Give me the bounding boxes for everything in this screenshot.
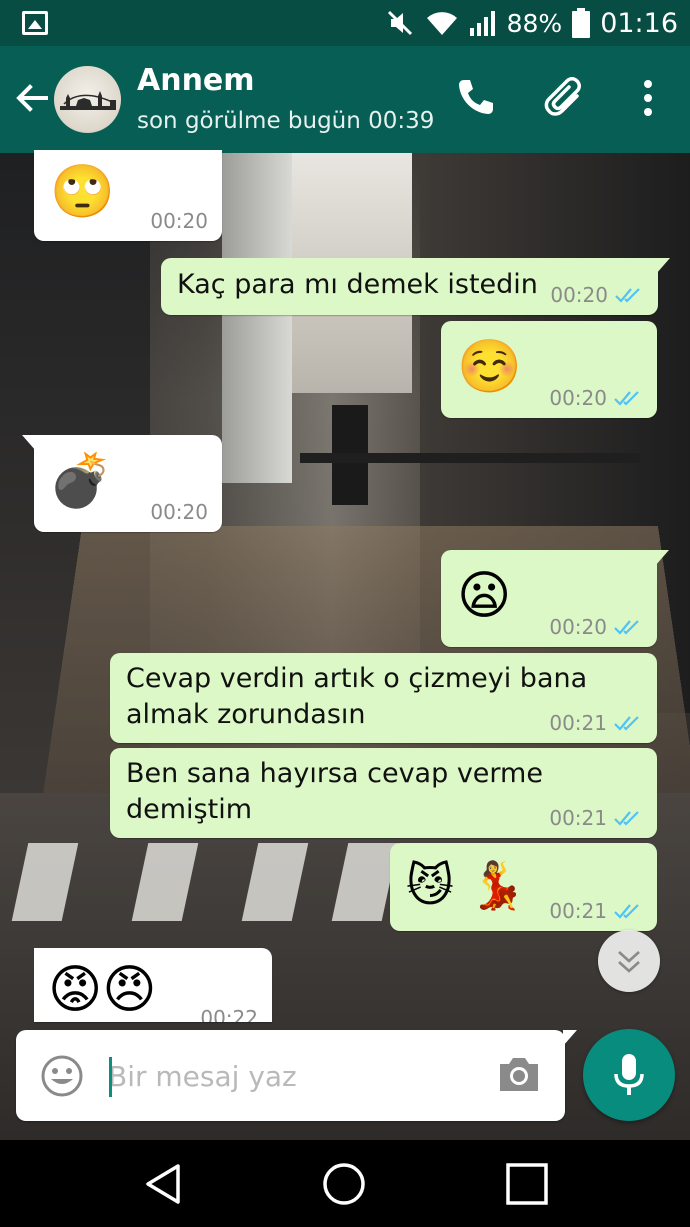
wifi-icon <box>426 12 457 35</box>
double-check-read-icon <box>614 391 639 406</box>
message-bubble-outgoing[interactable]: Cevap verdin artık o çizmeyi bana almak … <box>110 653 657 743</box>
signal-icon <box>469 11 495 36</box>
gallery-icon <box>22 11 48 35</box>
istanbul-logo-icon <box>60 91 116 110</box>
message-bubble-outgoing[interactable]: Ben sana hayırsa cevap verme demiştim 00… <box>110 748 657 838</box>
camera-icon[interactable] <box>496 1054 542 1094</box>
message-text: Kaç para mı demek istedin <box>177 269 538 300</box>
message-emoji: 💣 <box>48 451 113 511</box>
paperclip-icon[interactable] <box>543 74 589 120</box>
message-time: 00:20 <box>549 386 607 410</box>
more-vert-icon[interactable] <box>630 78 666 118</box>
message-time: 00:20 <box>150 500 208 524</box>
message-time: 00:20 <box>550 283 608 307</box>
text-cursor <box>109 1057 112 1097</box>
message-text-line: Ben sana hayırsa cevap verme <box>126 758 543 789</box>
message-time: 00:21 <box>549 806 607 830</box>
message-time: 00:22 <box>200 1006 258 1022</box>
message-bubble-incoming[interactable]: 💣 00:20 <box>22 435 222 532</box>
message-emoji: 😡😠 <box>48 960 157 1020</box>
message-time: 00:21 <box>549 899 607 923</box>
message-emoji: 😼 💃 <box>406 858 526 912</box>
bubble-tail <box>34 948 36 964</box>
message-composer <box>16 1030 577 1121</box>
voice-message-button[interactable] <box>583 1029 675 1121</box>
status-bar: 88% 01:16 <box>0 0 690 46</box>
system-navigation-bar <box>0 1140 690 1227</box>
message-bubble-outgoing[interactable]: 😦 00:20 <box>441 550 669 647</box>
message-emoji: 🙄 <box>50 162 115 222</box>
clock: 01:16 <box>600 7 678 39</box>
message-time: 00:20 <box>549 615 607 639</box>
message-meta: 00:21 <box>549 711 643 735</box>
message-meta: 00:22 <box>200 1006 258 1022</box>
message-emoji: 😦 <box>457 566 512 626</box>
message-meta: 00:20 <box>550 283 644 307</box>
avatar[interactable] <box>54 66 121 133</box>
composer-tail <box>563 1030 577 1046</box>
back-arrow-icon[interactable] <box>12 78 52 118</box>
message-bubble-incoming[interactable]: 🙄 00:20 <box>34 150 222 241</box>
battery-icon <box>572 8 591 38</box>
message-meta: 00:20 <box>150 209 208 233</box>
bubble-tail <box>656 258 670 274</box>
message-meta: 00:21 <box>549 899 643 923</box>
status-icons: 88% 01:16 <box>385 0 678 46</box>
wallpaper-building-tower <box>222 153 292 483</box>
last-seen-status: son görülme bugün 00:39 <box>137 108 435 134</box>
message-bubble-outgoing[interactable]: Kaç para mı demek istedin 00:20 <box>161 258 670 315</box>
bubble-tail <box>22 435 36 451</box>
chat-header: Annem son görülme bugün 00:39 <box>0 46 690 153</box>
battery-percent: 88% <box>506 8 563 38</box>
message-meta: 00:20 <box>549 615 643 639</box>
message-input[interactable] <box>108 1050 478 1102</box>
message-emoji: ☺️ <box>457 337 522 397</box>
message-bubble-incoming[interactable]: 😡😠 00:22 <box>34 948 272 1022</box>
double-check-read-icon <box>615 288 640 303</box>
bubble-tail <box>655 550 669 566</box>
message-meta: 00:20 <box>150 500 208 524</box>
mute-icon <box>387 10 412 36</box>
double-check-read-icon <box>614 620 639 635</box>
double-check-read-icon <box>614 811 639 826</box>
contact-name[interactable]: Annem <box>137 63 255 98</box>
message-bubble-outgoing[interactable]: 😼 💃 00:21 <box>390 843 657 931</box>
mic-icon <box>614 1054 644 1095</box>
message-time: 00:20 <box>150 209 208 233</box>
message-meta: 00:20 <box>549 386 643 410</box>
scroll-to-bottom-button[interactable] <box>598 930 660 992</box>
message-meta: 00:21 <box>549 806 643 830</box>
message-text-line: Cevap verdin artık o çizmeyi bana <box>126 663 588 694</box>
message-time: 00:21 <box>549 711 607 735</box>
message-bubble-outgoing[interactable]: ☺️ 00:20 <box>441 321 657 418</box>
wallpaper-traffic-arm <box>300 453 640 463</box>
nav-back-icon[interactable] <box>140 1160 188 1208</box>
double-check-read-icon <box>614 904 639 919</box>
nav-home-icon[interactable] <box>322 1162 366 1206</box>
emoji-icon[interactable] <box>40 1054 84 1098</box>
message-text-line: almak zorundasın <box>126 699 366 730</box>
double-chevron-down-icon <box>618 951 640 973</box>
nav-recent-apps-icon[interactable] <box>505 1162 549 1206</box>
double-check-read-icon <box>614 716 639 731</box>
message-text-line: demiştim <box>126 794 253 825</box>
phone-icon[interactable] <box>455 76 497 118</box>
